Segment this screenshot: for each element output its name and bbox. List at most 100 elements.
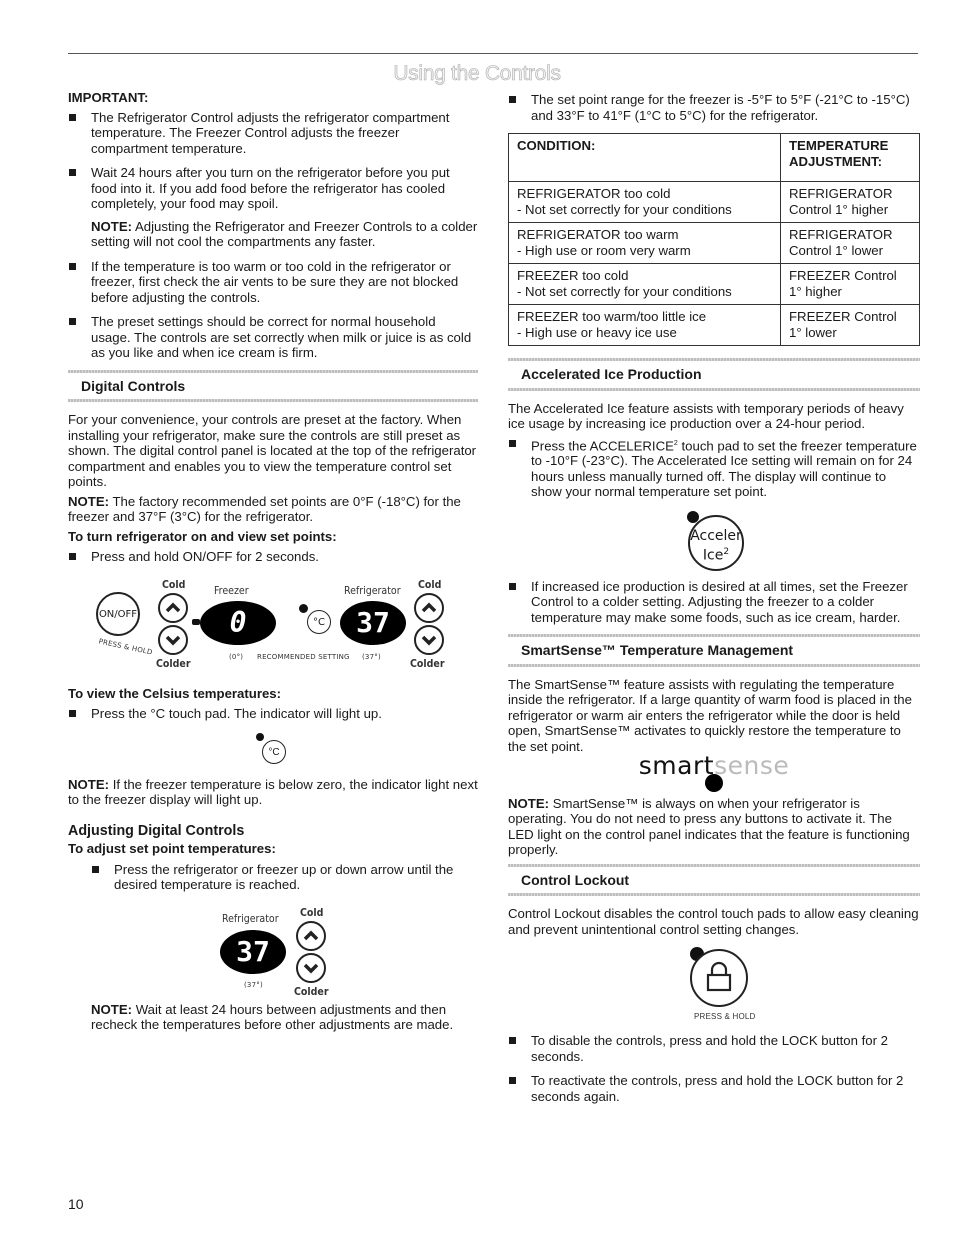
- condition: REFRIGERATOR too warm: [517, 227, 679, 242]
- note: NOTE: Wait at least 24 hours between adj…: [68, 1002, 478, 1033]
- range-list: The set point range for the freezer is -…: [508, 92, 920, 123]
- freezer-display: 0: [200, 600, 276, 645]
- section-title: SmartSense™ Temperature Management: [521, 642, 794, 659]
- control-panel-figure: ON/OFF PRESS & HOLD Cold Colder Freezer …: [96, 574, 456, 674]
- table-row: REFRIGERATOR too warm - High use or room …: [508, 222, 920, 264]
- note: NOTE: SmartSense™ is always on when your…: [508, 796, 920, 858]
- refrigerator-recommended: (37°): [362, 652, 381, 661]
- note-label: NOTE:: [508, 795, 550, 811]
- chevron-down-icon: [165, 635, 181, 645]
- refrigerator-label: Refrigerator: [344, 584, 401, 597]
- note-text: SmartSense™ is always on when your refri…: [508, 795, 910, 858]
- note: NOTE: The factory recommended set points…: [68, 494, 478, 525]
- acceler-ice-figure: Acceler Ice2: [680, 507, 750, 573]
- condition: FREEZER too cold: [517, 268, 629, 283]
- chevron-down-icon: [421, 635, 437, 645]
- note-label: NOTE:: [91, 218, 133, 234]
- press-hold-label: PRESS & HOLD: [694, 1012, 756, 1022]
- adjustment: FREEZER Control: [789, 268, 897, 283]
- lock-figure: PRESS & HOLD: [676, 943, 756, 1025]
- superscript: 2: [723, 546, 730, 557]
- section-heading-smartsense: SmartSense™ Temperature Management: [508, 634, 920, 667]
- list-item: The Refrigerator Control adjusts the ref…: [68, 110, 478, 157]
- reason: - High use or heavy ice use: [517, 324, 677, 340]
- section-heading-control-lockout: Control Lockout: [508, 863, 920, 897]
- freezer-up-button[interactable]: [158, 592, 188, 623]
- condition: FREEZER too warm/too little ice: [517, 309, 707, 324]
- celsius-label: °C: [313, 616, 325, 628]
- adjustment-detail: Control 1° higher: [789, 201, 889, 217]
- adjustment-detail: 1° lower: [789, 324, 837, 340]
- press-hold-label: PRESS & HOLD: [97, 636, 154, 657]
- list-item: If the temperature is too warm or too co…: [68, 259, 478, 306]
- lock-icon: [706, 962, 732, 992]
- table-cell: REFRIGERATOR Control 1° higher: [780, 181, 920, 223]
- list-item: To disable the controls, press and hold …: [508, 1033, 920, 1064]
- adjustment: REFRIGERATOR: [789, 227, 893, 242]
- section-heading-digital-controls: Digital Controls: [68, 369, 478, 403]
- accel-list-2: If increased ice production is desired a…: [508, 579, 920, 626]
- up-button[interactable]: [296, 920, 326, 951]
- ice-text: Ice: [702, 547, 724, 564]
- celsius-label: °C: [268, 746, 280, 758]
- list-item: Press the °C touch pad. The indicator wi…: [68, 706, 478, 722]
- celsius-list: Press the °C touch pad. The indicator wi…: [68, 706, 478, 722]
- recommended-setting-label: RECOMMENDED SETTING: [257, 652, 350, 661]
- table-row: FREEZER too cold - Not set correctly for …: [508, 263, 920, 305]
- table-header-row: CONDITION: TEMPERATURE ADJUSTMENT:: [508, 133, 920, 182]
- table-cell: FREEZER too warm/too little ice - High us…: [508, 304, 781, 346]
- left-column: IMPORTANT: The Refrigerator Control adju…: [68, 90, 478, 1042]
- adjustment-detail: 1° higher: [789, 283, 842, 299]
- refrigerator-down-button[interactable]: [414, 624, 444, 655]
- celsius-indicator: [299, 603, 308, 613]
- refrigerator-display: 37: [220, 929, 286, 974]
- refrigerator-up-button[interactable]: [414, 592, 444, 623]
- freezer-down-button[interactable]: [158, 624, 188, 655]
- adjustment: REFRIGERATOR: [789, 186, 893, 201]
- logo-part-1: smart: [638, 751, 715, 781]
- section-heading-accelerated-ice: Accelerated Ice Production: [508, 358, 920, 391]
- lock-button[interactable]: [690, 949, 748, 1008]
- acceler-ice-button[interactable]: Acceler Ice2: [688, 514, 744, 571]
- reason: - Not set correctly for your conditions: [517, 283, 732, 299]
- acceler-ice-label-2: Ice2: [690, 545, 742, 564]
- table-row: FREEZER too warm/too little ice - High us…: [508, 304, 920, 346]
- celsius-button[interactable]: °C: [262, 739, 286, 764]
- turn-on-list: Press and hold ON/OFF for 2 seconds.: [68, 549, 478, 565]
- refrigerator-colder-label: Colder: [410, 657, 445, 670]
- important-label: IMPORTANT:: [68, 90, 149, 105]
- celsius-indicator: [256, 732, 264, 741]
- list-item: The preset settings should be correct fo…: [68, 314, 478, 361]
- list-item: Wait 24 hours after you turn on the refr…: [68, 165, 478, 212]
- subheading: To view the Celsius temperatures:: [68, 685, 282, 701]
- table-cell: REFRIGERATOR too warm - High use or room …: [508, 222, 781, 264]
- reason: - Not set correctly for your conditions: [517, 201, 732, 217]
- table-cell: FREEZER too cold - Not set correctly for …: [508, 263, 781, 305]
- chevron-up-icon: [165, 602, 181, 612]
- freezer-display-value: 0: [229, 605, 247, 639]
- section-title: Digital Controls: [81, 377, 186, 394]
- important-list-2: If the temperature is too warm or too co…: [68, 259, 478, 361]
- acceler-ice-label-1: Acceler: [690, 527, 742, 544]
- list-item: If increased ice production is desired a…: [508, 579, 920, 626]
- chevron-up-icon: [421, 602, 437, 612]
- freezer-label: Freezer: [214, 584, 249, 597]
- on-off-button[interactable]: ON/OFF: [96, 591, 140, 636]
- adjustment: FREEZER Control: [789, 309, 897, 324]
- list-item: Press the refrigerator or freezer up or …: [91, 862, 478, 893]
- right-column: The set point range for the freezer is -…: [508, 92, 920, 1113]
- table-cell: REFRIGERATOR too cold - Not set correctly…: [508, 181, 781, 223]
- condition: REFRIGERATOR too cold: [517, 186, 671, 201]
- note-label: NOTE:: [91, 1001, 133, 1017]
- paragraph: Control Lockout disables the control tou…: [508, 906, 919, 937]
- table-cell: FREEZER Control 1° lower: [780, 304, 920, 346]
- important-list: The Refrigerator Control adjusts the ref…: [68, 110, 478, 212]
- note: NOTE: If the freezer temperature is belo…: [68, 777, 478, 808]
- note: NOTE: Adjusting the Refrigerator and Fre…: [68, 219, 478, 250]
- chevron-down-icon: [303, 963, 319, 973]
- down-button[interactable]: [296, 952, 326, 983]
- accel-list: Press the ACCELERICE2 touch pad to set t…: [508, 436, 920, 500]
- reason: - High use or room very warm: [517, 242, 691, 258]
- table-header: TEMPERATURE ADJUSTMENT:: [780, 133, 920, 182]
- celsius-button[interactable]: °C: [307, 609, 331, 634]
